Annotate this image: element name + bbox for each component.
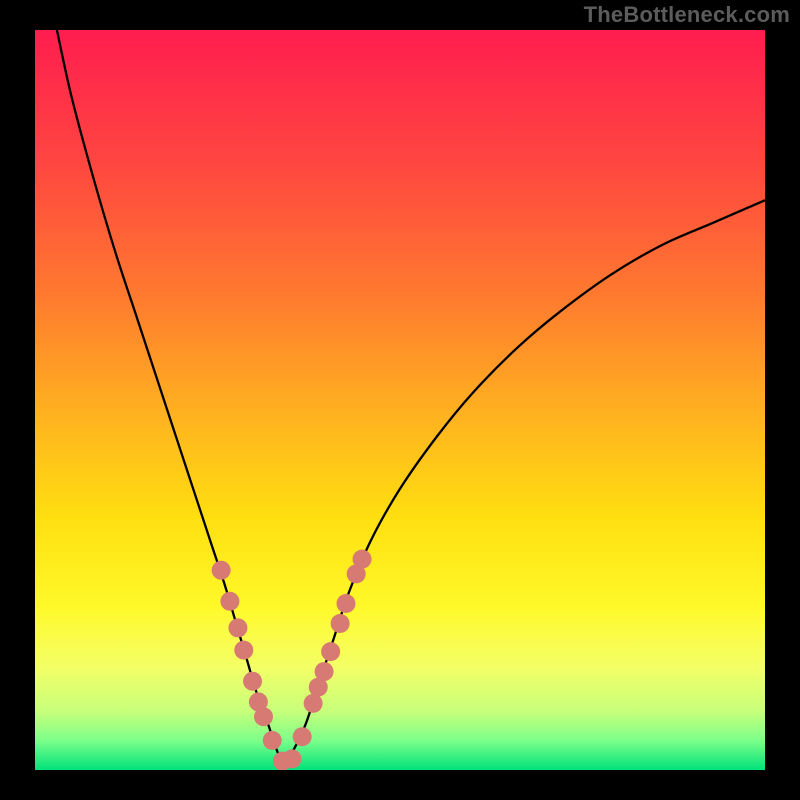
marker-point [321, 642, 340, 661]
marker-point [243, 672, 262, 691]
marker-point [315, 662, 334, 681]
marker-point [254, 707, 273, 726]
chart-stage: TheBottleneck.com [0, 0, 800, 800]
marker-point [234, 641, 253, 660]
bottleneck-chart [0, 0, 800, 800]
marker-point [336, 594, 355, 613]
marker-point [331, 614, 350, 633]
marker-point [228, 618, 247, 637]
watermark-label: TheBottleneck.com [584, 2, 790, 28]
marker-point [282, 749, 301, 768]
marker-point [212, 561, 231, 580]
marker-point [263, 731, 282, 750]
plot-background [35, 30, 765, 770]
marker-point [220, 592, 239, 611]
marker-point [293, 727, 312, 746]
marker-point [353, 550, 372, 569]
marker-point [304, 694, 323, 713]
